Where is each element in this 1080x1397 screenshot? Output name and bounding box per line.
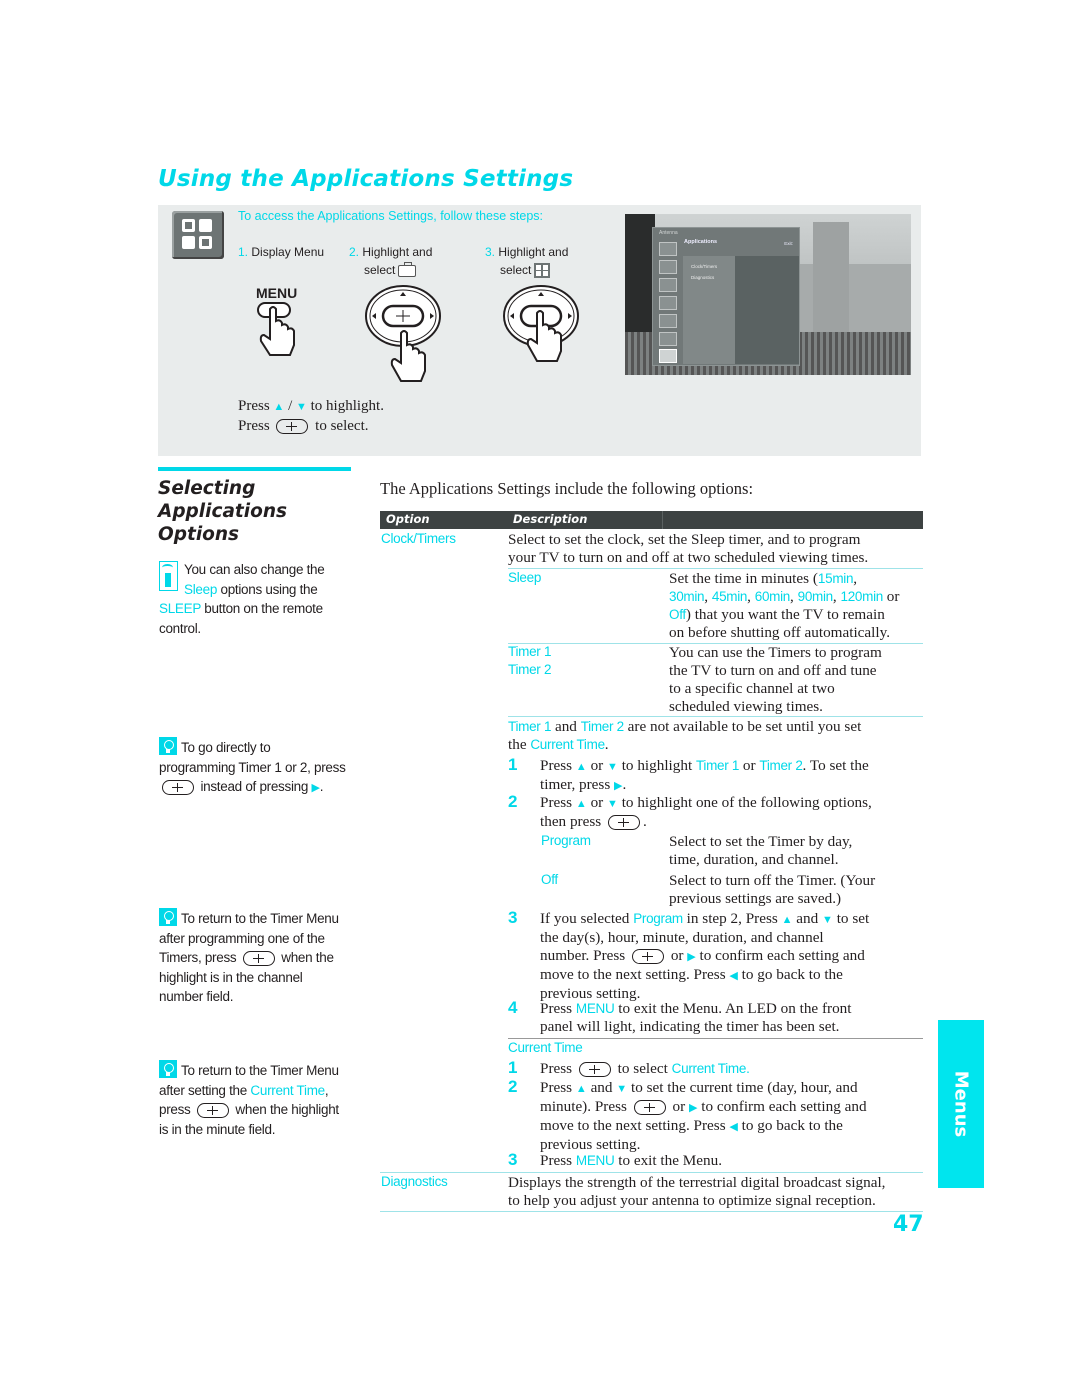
current-time-step-2: Press ▲ and ▼ to set the current time (d…: [540, 1079, 867, 1153]
press-instructions: Press ▲ / ▼ to highlight. Press to selec…: [238, 398, 384, 435]
diagnostics-description: Displays the strength of the terrestrial…: [508, 1174, 886, 1209]
channel-icon: [659, 296, 677, 310]
tip-return-timer: To return to the Timer Menu after progra…: [159, 908, 349, 1007]
applications-icon: [172, 211, 224, 259]
timer-step-4: Press MENU to exit the Menu. An LED on t…: [540, 1000, 852, 1035]
enter-button-icon: [578, 1062, 611, 1078]
step-number: 3: [508, 1150, 518, 1169]
menu-button-press-illustration: [257, 302, 295, 356]
step-2-label: 2. Highlight and select: [349, 245, 433, 277]
option-timer-1: Timer 1: [508, 644, 552, 659]
note-sleep-remote: You can also change the Sleep options us…: [159, 561, 325, 636]
tip-icon: [159, 908, 177, 926]
left-arrow-icon: ◀: [729, 970, 738, 982]
section-rule: [158, 467, 351, 471]
menus-section-tab: Menus: [938, 1020, 984, 1188]
option-diagnostics: Diagnostics: [381, 1174, 448, 1189]
enter-button-icon: [242, 950, 275, 966]
right-arrow-icon: ▶: [311, 782, 320, 794]
option-sleep: Sleep: [508, 570, 542, 585]
step-number: 2: [508, 1077, 518, 1096]
tv-list-item: Clock/Timers: [691, 264, 718, 269]
timer-step-3: If you selected Program in step 2, Press…: [540, 910, 870, 1002]
sub-option-program: Program: [541, 833, 591, 848]
up-arrow-icon: ▲: [575, 761, 587, 773]
down-arrow-icon: ▼: [616, 1083, 628, 1095]
step-1-label: 1. Display Menu: [238, 245, 325, 259]
current-time-step-3: Press MENU to exit the Menu.: [540, 1152, 722, 1169]
step-number: 3: [508, 908, 518, 927]
joystick-select-illustration: [503, 285, 579, 362]
current-time-step-1: Press to select Current Time.: [540, 1060, 750, 1078]
step-number: 1: [508, 755, 518, 774]
tv-menu-screenshot: Antenna Applications Exit: Clock/Timers …: [625, 214, 911, 375]
tv-osd-menu: Antenna Applications Exit: Clock/Timers …: [652, 227, 800, 366]
enter-button-icon: [162, 779, 194, 795]
tip-icon: [159, 737, 177, 755]
timer-step-2: Press ▲ or ▼ to highlight one of the fol…: [540, 794, 872, 831]
option-clock-timers: Clock/Timers: [381, 531, 456, 546]
tv-list-item: Diagnostics: [691, 275, 715, 280]
up-arrow-icon: ▲: [781, 914, 793, 926]
step-number: 1: [508, 1058, 518, 1077]
sound-icon: [659, 260, 677, 274]
table-header: Option Description: [380, 511, 923, 529]
up-arrow-icon: ▲: [575, 798, 587, 810]
tip-icon: [159, 1060, 177, 1078]
applications-mini-icon: [534, 263, 551, 279]
tip-return-current-time: To return to the Timer Menu after settin…: [159, 1060, 349, 1139]
up-arrow-icon: ▲: [575, 1083, 587, 1095]
header-description: Description: [513, 512, 588, 526]
enter-button-icon: [276, 419, 309, 435]
right-arrow-icon: ▶: [614, 780, 623, 792]
menu-button-label: MENU: [256, 285, 298, 301]
program-description: Select to set the Timer by day, time, du…: [669, 833, 853, 868]
enter-button-icon: [633, 1100, 666, 1116]
access-heading: To access the Applications Settings, fol…: [238, 209, 544, 223]
sleep-description: Set the time in minutes (15min, 30min, 4…: [669, 570, 900, 641]
off-description: Select to turn off the Timer. (Your prev…: [669, 872, 876, 907]
timers-description: You can use the Timers to program the TV…: [669, 644, 882, 715]
down-arrow-icon: ▼: [607, 798, 618, 810]
step-number: 2: [508, 792, 518, 811]
down-arrow-icon: ▼: [295, 401, 307, 413]
timers-availability-note: Timer 1 and Timer 2 are not available to…: [508, 718, 862, 753]
joystick-press-illustration: [365, 285, 441, 382]
picture-icon: [659, 242, 677, 256]
enter-button-icon: [607, 815, 640, 831]
left-arrow-icon: ◀: [729, 1121, 738, 1133]
right-arrow-icon: ▶: [688, 1102, 698, 1114]
remote-icon: [159, 561, 178, 591]
enter-button-icon: [632, 949, 665, 965]
option-timer-2: Timer 2: [508, 662, 552, 677]
section-title: Selecting Applications Options: [158, 478, 288, 545]
step-number: 4: [508, 998, 518, 1017]
sub-option-off: Off: [541, 872, 558, 887]
applications-tv-icon: [659, 349, 677, 363]
page-title: Using the Applications Settings: [158, 166, 574, 192]
page-number: 47: [893, 1212, 924, 1237]
table-intro: The Applications Settings include the fo…: [380, 479, 754, 498]
timer-step-1: Press ▲ or ▼ to highlight Timer 1 or Tim…: [540, 757, 869, 793]
toolbox-icon: [398, 261, 417, 277]
up-arrow-icon: ▲: [273, 401, 285, 413]
header-option: Option: [386, 512, 430, 526]
step-3-label: 3. Highlight and select: [485, 245, 569, 279]
parent-icon: [659, 314, 677, 328]
setup-icon: [659, 332, 677, 346]
right-arrow-icon: ▶: [687, 951, 696, 963]
down-arrow-icon: ▼: [607, 761, 618, 773]
clock-timers-description: Select to set the clock, set the Sleep t…: [508, 531, 869, 566]
tv-exit-label: Exit:: [784, 241, 793, 246]
tip-direct-timer: To go directly to programming Timer 1 or…: [159, 737, 349, 799]
screen-icon: [659, 278, 677, 292]
option-current-time: Current Time: [508, 1040, 583, 1055]
down-arrow-icon: ▼: [822, 914, 833, 926]
enter-button-icon: [196, 1102, 229, 1118]
